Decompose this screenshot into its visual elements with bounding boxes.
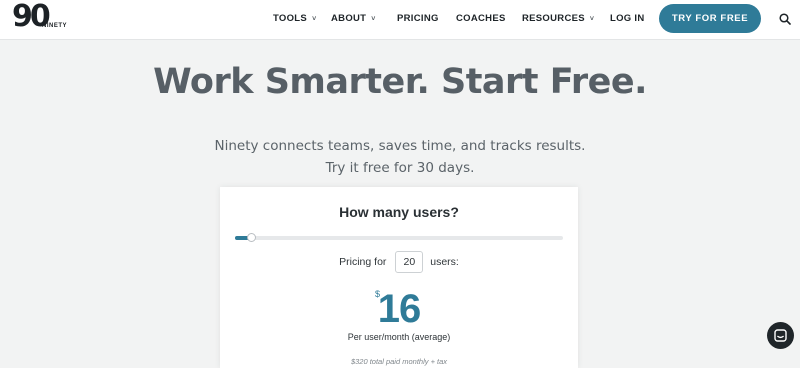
chevron-down-icon: ˅	[589, 16, 595, 23]
chevron-down-icon: ˅	[312, 16, 317, 23]
users-slider-thumb[interactable]	[247, 233, 256, 242]
hero-title: Work Smarter. Start Free.	[153, 62, 647, 102]
nav-about-label: ABOUT	[331, 13, 367, 24]
nav-login[interactable]: LOG IN	[610, 13, 645, 24]
hero-subtitle-line2: Try it free for 30 days.	[325, 160, 475, 176]
chat-icon[interactable]	[767, 322, 794, 349]
nav-tools[interactable]: TOOLS ˅	[273, 13, 316, 24]
users-suffix-label: users:	[430, 256, 459, 268]
pricing-for-label: Pricing for	[339, 256, 387, 268]
hero-subtitle-line1: Ninety connects teams, saves time, and t…	[214, 138, 586, 154]
nav-about[interactable]: ABOUT ˅	[331, 13, 376, 24]
users-count-input[interactable]: 20	[395, 251, 424, 273]
nav-tools-label: TOOLS	[273, 13, 308, 24]
chevron-down-icon: ˅	[371, 16, 376, 23]
total-price-note: $320 total paid monthly + tax	[350, 357, 448, 366]
try-for-free-button[interactable]: TRY FOR FREE	[659, 4, 761, 33]
user-count-question: How many users?	[339, 204, 459, 220]
nav-resources[interactable]: RESOURCES ˅	[522, 13, 594, 24]
nav-resources-label: RESOURCES	[522, 13, 585, 24]
top-navbar: 90 NINETY TOOLS ˅ ABOUT ˅ PRICING COACHES …	[0, 0, 800, 40]
pricing-for-row: Pricing for 20 users:	[220, 251, 578, 273]
search-icon[interactable]	[779, 12, 791, 25]
per-user-label: Per user/month (average)	[347, 332, 451, 342]
pricing-calculator-card: How many users? Pricing for 20 users: $ …	[220, 187, 578, 368]
nav-pricing[interactable]: PRICING	[397, 13, 439, 24]
logo-wordmark: NINETY	[42, 23, 68, 29]
users-slider[interactable]	[235, 233, 563, 242]
price-per-user: 16	[377, 287, 422, 331]
ninety-logo[interactable]: 90 NINETY	[12, 0, 72, 35]
nav-coaches[interactable]: COACHES	[456, 13, 506, 24]
